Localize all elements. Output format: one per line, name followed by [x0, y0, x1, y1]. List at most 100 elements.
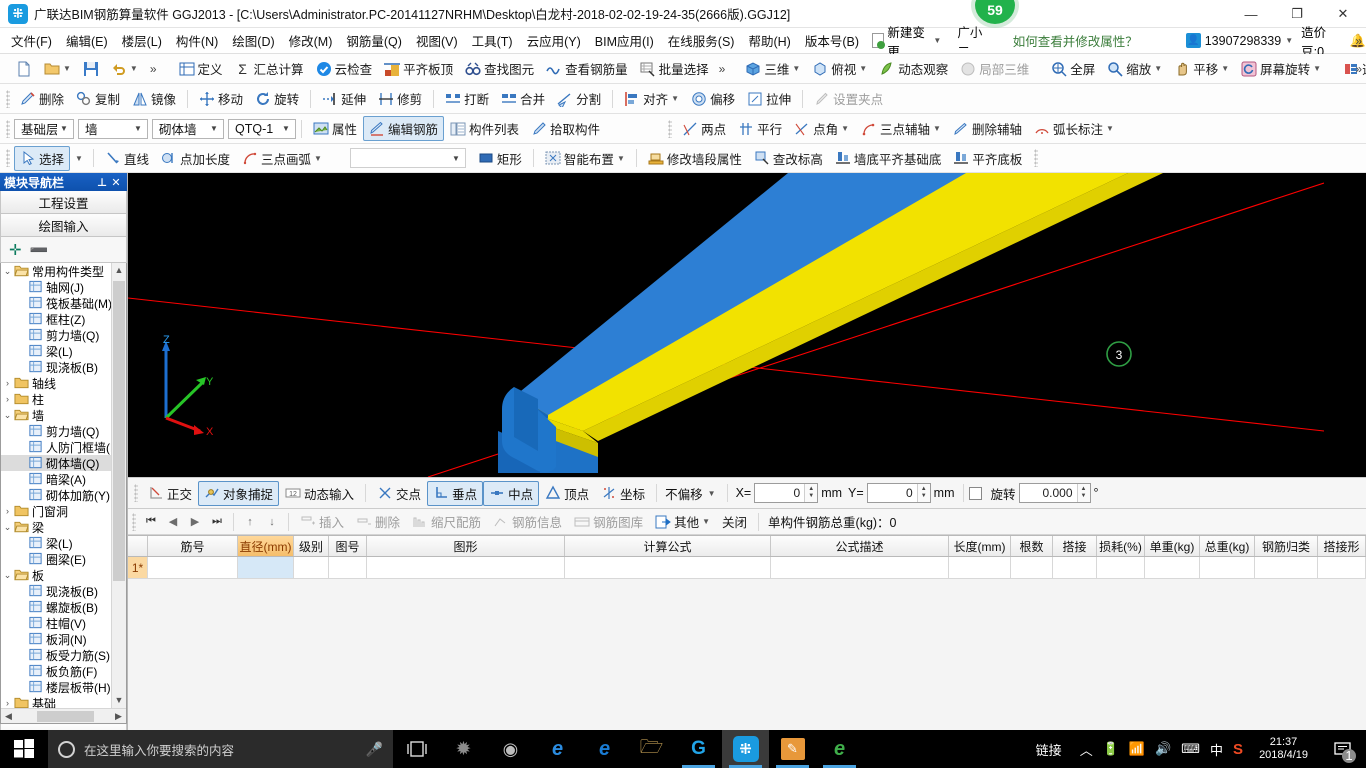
- tree-item[interactable]: 板洞(N): [1, 631, 111, 647]
- delete-row-button[interactable]: 删除: [350, 509, 406, 534]
- wifi-icon[interactable]: 📶: [1129, 741, 1145, 757]
- taskbar-app-notepad-editor[interactable]: ✎: [769, 730, 816, 768]
- table-cell[interactable]: [565, 557, 771, 578]
- move-up-button[interactable]: ↑: [239, 516, 261, 528]
- mirror-button[interactable]: 镜像: [126, 86, 182, 111]
- insert-row-button[interactable]: 插入: [294, 509, 350, 534]
- edit-toolbar-overflow-icon[interactable]: »: [715, 62, 730, 76]
- notification-center-button[interactable]: 1: [1324, 730, 1360, 768]
- open-file-button[interactable]: ▼: [38, 58, 77, 80]
- rebar-info-button[interactable]: 钢筋信息: [487, 509, 568, 534]
- view-toolbar-overflow-icon[interactable]: »: [1355, 62, 1362, 76]
- menu-item-help[interactable]: 帮助(H): [741, 28, 797, 53]
- tree-hscroll-track-left[interactable]: [17, 711, 35, 722]
- undo-chevron-down-icon[interactable]: ▼: [130, 64, 138, 73]
- battery-icon[interactable]: 🔋: [1103, 741, 1119, 757]
- taskbar-app-glodon-ggj[interactable]: ⁜: [722, 730, 769, 768]
- table-cell[interactable]: [1011, 557, 1053, 578]
- tree-item[interactable]: › 门窗洞: [1, 503, 111, 519]
- tab-project-settings[interactable]: 工程设置: [0, 191, 127, 214]
- table-cell[interactable]: [771, 557, 949, 578]
- table-cell[interactable]: [1318, 557, 1366, 578]
- file-toolbar-overflow-icon[interactable]: »: [144, 62, 163, 76]
- parallel-axis-button[interactable]: 平行: [732, 116, 788, 141]
- type-combo-chevron-down-icon[interactable]: ▼: [207, 124, 221, 133]
- snap-perpendicular-toggle[interactable]: 垂点: [427, 480, 484, 506]
- split-button[interactable]: 分割: [551, 86, 607, 111]
- column-header[interactable]: 级别: [294, 536, 329, 556]
- table-cell[interactable]: [329, 557, 367, 578]
- tree-scroll-thumb[interactable]: [113, 281, 125, 581]
- row-number[interactable]: 1*: [128, 557, 148, 578]
- tree-scroll-up-icon[interactable]: ▲: [112, 263, 126, 278]
- pan-button[interactable]: 平移 ▼: [1168, 56, 1235, 81]
- arc-dimension-button[interactable]: 弧长标注 ▼: [1028, 116, 1120, 141]
- keyboard-icon[interactable]: ⌨: [1181, 741, 1200, 757]
- menu-overflow-icon[interactable]: »: [1355, 34, 1362, 48]
- tree-item[interactable]: 板负筋(F): [1, 663, 111, 679]
- three-point-arc-button[interactable]: 三点画弧 ▼: [236, 146, 328, 171]
- align-bottom-slab-button[interactable]: 平齐底板: [947, 146, 1028, 171]
- pin-icon[interactable]: ⊥: [95, 176, 109, 189]
- table-cell[interactable]: [294, 557, 329, 578]
- menu-item-tools[interactable]: 工具(T): [465, 28, 520, 53]
- arc-dimension-chevron-down-icon[interactable]: ▼: [1106, 124, 1114, 133]
- fullscreen-button[interactable]: 全屏: [1045, 56, 1101, 81]
- dynamic-input-toggle[interactable]: 12 动态输入: [279, 481, 360, 506]
- expander-expand-icon[interactable]: ›: [1, 698, 14, 708]
- minimize-button[interactable]: —: [1228, 0, 1274, 28]
- windows-start-icon[interactable]: [0, 730, 48, 768]
- column-header[interactable]: 钢筋归类: [1255, 536, 1318, 556]
- zoom-chevron-down-icon[interactable]: ▼: [1154, 64, 1162, 73]
- first-record-button[interactable]: ⏮: [140, 515, 162, 528]
- tree-item[interactable]: 人防门框墙(RF: [1, 439, 111, 455]
- snap-vertex-toggle[interactable]: 顶点: [539, 481, 595, 506]
- tree-item[interactable]: 梁(L): [1, 343, 111, 359]
- tree-item[interactable]: › 轴线: [1, 375, 111, 391]
- menu-item-modify[interactable]: 修改(M): [282, 28, 340, 53]
- rotate-button[interactable]: 旋转: [249, 86, 305, 111]
- open-chevron-down-icon[interactable]: ▼: [63, 64, 71, 73]
- type-combo[interactable]: 砌体墙 ▼: [152, 118, 224, 139]
- last-record-button[interactable]: ⏭: [206, 515, 228, 528]
- taskbar-app-file-explorer[interactable]: 🗁: [628, 730, 675, 768]
- taskbar-app-ie[interactable]: e: [581, 730, 628, 768]
- view-3d-chevron-down-icon[interactable]: ▼: [792, 64, 800, 73]
- floor-combo-chevron-down-icon[interactable]: ▼: [57, 124, 71, 133]
- column-header[interactable]: 长度(mm): [949, 536, 1011, 556]
- column-header[interactable]: 根数: [1011, 536, 1053, 556]
- component-combo[interactable]: QTQ-1 ▼: [228, 118, 296, 139]
- three-point-axis-button[interactable]: 三点辅轴 ▼: [855, 116, 947, 141]
- object-snap-toggle[interactable]: 对象捕捉: [198, 480, 280, 506]
- add-component-icon[interactable]: ✛: [9, 241, 22, 259]
- prev-record-button[interactable]: ◀: [162, 515, 184, 528]
- rebar-toolbar-grip[interactable]: [132, 512, 136, 531]
- tree-item[interactable]: ⌄ 墙: [1, 407, 111, 423]
- column-header[interactable]: 直径(mm): [238, 536, 294, 556]
- three-point-arc-chevron-down-icon[interactable]: ▼: [314, 154, 322, 163]
- category-combo-chevron-down-icon[interactable]: ▼: [131, 124, 145, 133]
- two-point-axis-button[interactable]: 两点: [676, 116, 732, 141]
- 3d-viewport[interactable]: 3 Z Y X: [128, 173, 1366, 477]
- menu-item-file[interactable]: 文件(F): [4, 28, 59, 53]
- break-button[interactable]: 打断: [439, 86, 495, 111]
- tree-horizontal-scrollbar[interactable]: ◀ ▶: [1, 708, 126, 723]
- offset-button[interactable]: 偏移: [685, 86, 741, 111]
- column-header[interactable]: 图号: [329, 536, 367, 556]
- expander-expand-icon[interactable]: ›: [1, 378, 14, 388]
- menu-item-view[interactable]: 视图(V): [409, 28, 465, 53]
- tree-item[interactable]: 螺旋板(B): [1, 599, 111, 615]
- table-cell[interactable]: [238, 557, 294, 578]
- new-file-button[interactable]: [10, 58, 38, 80]
- draw-mode-chevron-down-icon[interactable]: ▼: [449, 154, 463, 163]
- taskbar-app-sogou-browser[interactable]: G: [675, 730, 722, 768]
- snap-coordinate-toggle[interactable]: 坐标: [595, 481, 651, 506]
- three-point-axis-chevron-down-icon[interactable]: ▼: [933, 124, 941, 133]
- tree-item[interactable]: ⌄ 板: [1, 567, 111, 583]
- table-cell[interactable]: [949, 557, 1011, 578]
- promo-link[interactable]: 如何查看并修改属性？: [1001, 31, 1150, 50]
- menu-item-rebar-qty[interactable]: 钢筋量(Q): [339, 28, 409, 53]
- close-rebar-panel-button[interactable]: 关闭: [716, 509, 753, 534]
- edit-rebar-button[interactable]: 编辑钢筋: [363, 116, 445, 141]
- tree-item[interactable]: 梁(L): [1, 535, 111, 551]
